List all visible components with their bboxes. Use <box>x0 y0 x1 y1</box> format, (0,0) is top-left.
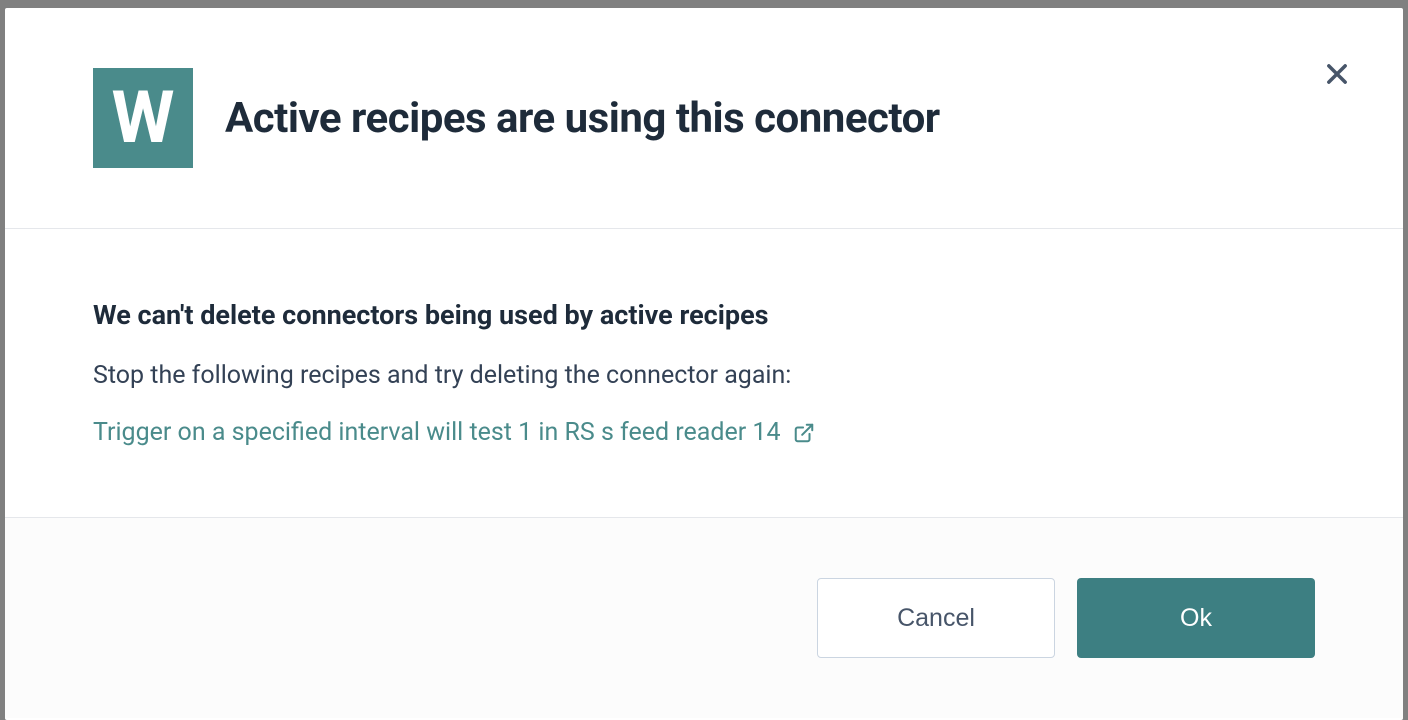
close-icon <box>1323 60 1351 88</box>
modal-body: We can't delete connectors being used by… <box>5 229 1403 517</box>
connector-icon-letter: W <box>112 82 175 154</box>
modal-title: Active recipes are using this connector <box>225 94 940 143</box>
modal-footer: Cancel Ok <box>5 517 1403 718</box>
recipe-link[interactable]: Trigger on a specified interval will tes… <box>93 418 815 447</box>
ok-button[interactable]: Ok <box>1077 578 1315 658</box>
cancel-button[interactable]: Cancel <box>817 578 1055 658</box>
connector-icon: W <box>93 68 193 168</box>
modal-header: W Active recipes are using this connecto… <box>5 8 1403 229</box>
modal-dialog: W Active recipes are using this connecto… <box>5 8 1403 720</box>
recipe-link-text: Trigger on a specified interval will tes… <box>93 418 781 447</box>
close-button[interactable] <box>1319 56 1355 92</box>
external-link-icon <box>793 422 815 444</box>
body-instruction: Stop the following recipes and try delet… <box>93 361 1315 390</box>
body-heading: We can't delete connectors being used by… <box>93 299 1315 331</box>
